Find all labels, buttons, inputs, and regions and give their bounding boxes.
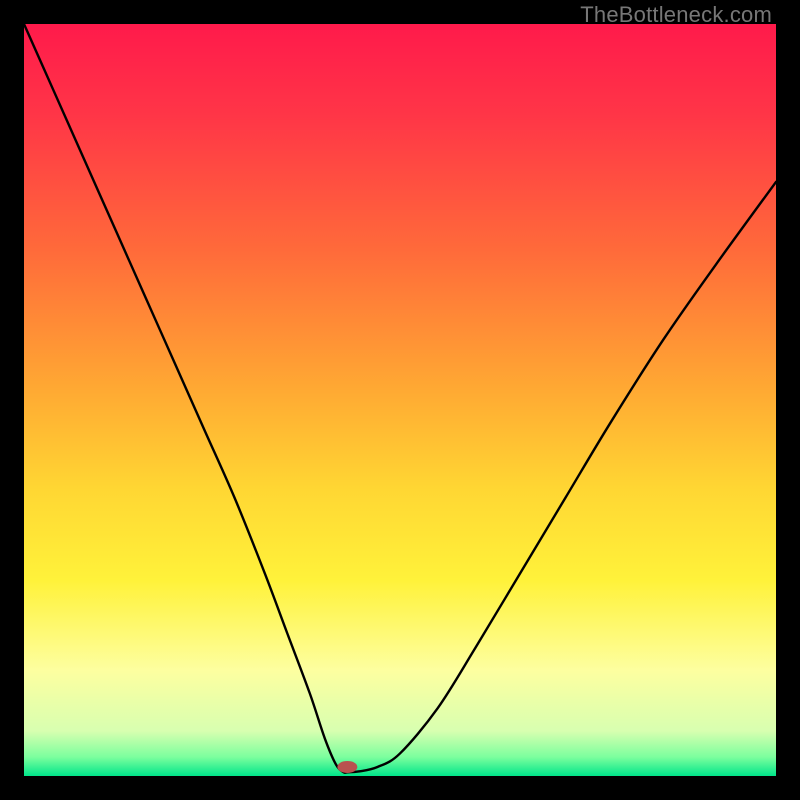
gradient-background [24, 24, 776, 776]
chart-svg [24, 24, 776, 776]
chart-frame: TheBottleneck.com [0, 0, 800, 800]
plot-area [24, 24, 776, 776]
optimum-marker [337, 761, 357, 773]
